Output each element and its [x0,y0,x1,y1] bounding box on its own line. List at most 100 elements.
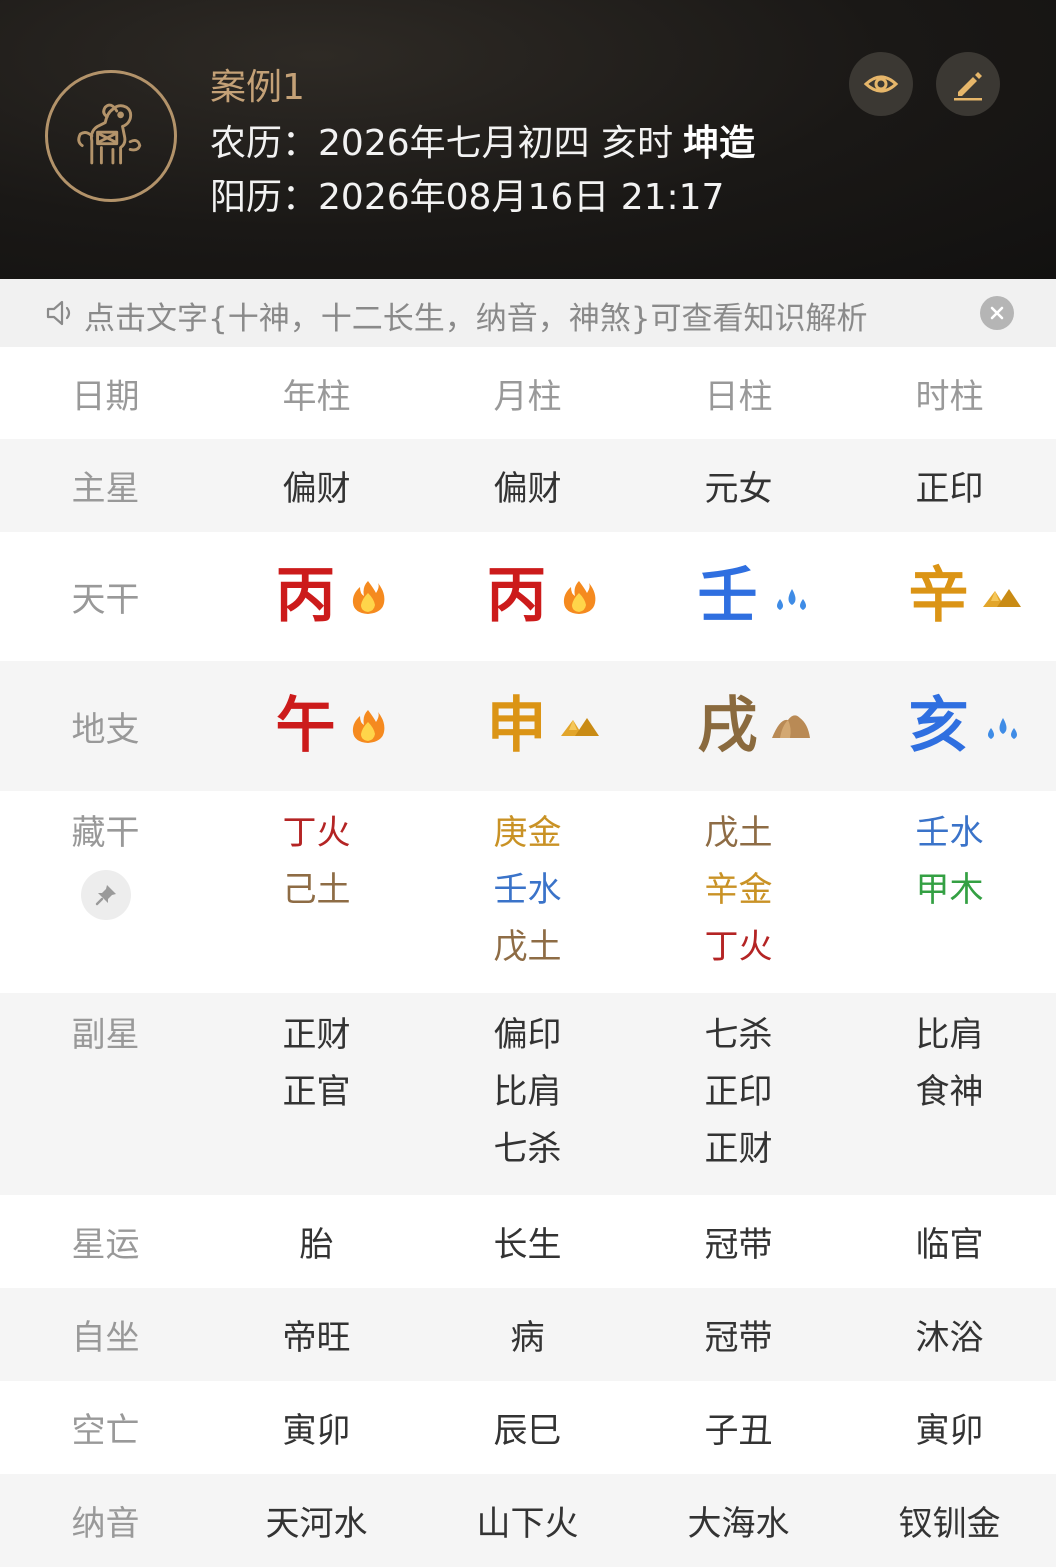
hidden-stem[interactable]: 丁火 [705,919,773,976]
edit-button[interactable] [936,52,1000,116]
row-label: 空亡 [71,1411,140,1451]
eye-icon [863,75,899,93]
stem-char[interactable]: 丙 [276,566,336,626]
speaker-icon [46,300,71,326]
nayin-cell[interactable]: 山下火 [422,1474,633,1567]
row-nayin: 纳音 天河水 山下火 大海水 钗钏金 [0,1474,1056,1567]
stem-char[interactable]: 壬 [698,566,758,626]
lunar-date: 农历：2026年七月初四 亥时 坤造 [210,114,755,166]
star-luck-cell[interactable]: 长生 [422,1195,633,1288]
notice-bar: 点击文字{十神，十二长生，纳音，神煞}可查看知识解析 [0,279,1056,347]
view-button[interactable] [849,52,913,116]
void-cell[interactable]: 子丑 [633,1381,844,1474]
star-luck-cell[interactable]: 胎 [211,1195,422,1288]
nayin-cell[interactable]: 大海水 [633,1474,844,1567]
hidden-stem[interactable]: 己土 [283,862,351,919]
row-self-sit: 自坐 帝旺 病 冠带 沐浴 [0,1288,1056,1381]
hidden-stem[interactable]: 丁火 [283,805,351,862]
column-header: 日柱 [704,376,773,417]
profile-header: 案例1 农历：2026年七月初四 亥时 坤造 阳历：2026年08月16日 21:… [0,0,1056,279]
row-star-luck: 星运 胎 长生 冠带 临官 [0,1195,1056,1288]
main-star-cell[interactable]: 偏财 [422,439,633,532]
metal-icon [982,588,1021,607]
self-sit-cell[interactable]: 帝旺 [211,1288,422,1381]
row-date: 日期 年柱 月柱 日柱 时柱 [0,347,1056,439]
row-label: 自坐 [71,1318,140,1358]
sub-star[interactable]: 比肩 [494,1064,562,1121]
water-icon [776,588,806,610]
fire-icon [352,580,384,614]
stem-char[interactable]: 辛 [909,566,969,626]
solar-value: 2026年08月16日 21:17 [318,177,725,218]
zodiac-avatar[interactable] [45,70,177,202]
column-header: 时柱 [915,376,984,417]
row-label: 副星 [71,1015,140,1055]
hidden-stem[interactable]: 壬水 [494,862,562,919]
row-label: 地支 [71,709,140,750]
sub-star[interactable]: 偏印 [494,1007,562,1064]
void-cell[interactable]: 寅卯 [211,1381,422,1474]
solar-label: 阳历： [210,177,319,218]
row-main-star: 主星 偏财 偏财 元女 正印 [0,439,1056,532]
solar-date: 阳历：2026年08月16日 21:17 [210,168,724,220]
row-label: 日期 [71,376,140,417]
main-star-cell[interactable]: 正印 [844,439,1055,532]
pin-button[interactable] [80,870,131,920]
sub-star[interactable]: 正官 [283,1064,351,1121]
nayin-cell[interactable]: 天河水 [211,1474,422,1567]
branch-char[interactable]: 申 [487,696,547,756]
pencil-icon [954,72,982,101]
stem-char[interactable]: 丙 [487,566,547,626]
row-hidden-stems: 藏干 丁火 己土 庚金 壬水 戊土 戊土 辛金 丁火 壬水 甲木 [0,791,1056,993]
row-label: 藏干 [71,813,140,853]
earth-icon [771,715,810,738]
sub-star[interactable]: 正财 [283,1007,351,1064]
self-sit-cell[interactable]: 病 [422,1288,633,1381]
hidden-stem[interactable]: 庚金 [494,805,562,862]
fire-icon [352,710,384,743]
star-luck-cell[interactable]: 冠带 [633,1195,844,1288]
bazi-table: 日期 年柱 月柱 日柱 时柱 主星 偏财 偏财 元女 正印 天干 丙 丙 壬 辛… [0,347,1056,1567]
self-sit-cell[interactable]: 沐浴 [844,1288,1055,1381]
lunar-label: 农历： [210,123,319,164]
notice-close-button[interactable] [980,296,1014,330]
sub-star[interactable]: 七杀 [494,1121,562,1178]
branch-char[interactable]: 戌 [698,696,758,756]
branch-char[interactable]: 午 [276,696,336,756]
sub-star[interactable]: 七杀 [705,1007,773,1064]
row-label: 天干 [71,580,140,620]
close-icon [990,306,1004,320]
gender-tag: 坤造 [683,123,756,164]
water-icon [987,718,1017,739]
column-header: 年柱 [282,376,351,417]
sub-star[interactable]: 食神 [916,1064,984,1121]
row-label: 主星 [71,469,140,509]
star-luck-cell[interactable]: 临官 [844,1195,1055,1288]
nayin-cell[interactable]: 钗钏金 [844,1474,1055,1567]
case-title: 案例1 [210,67,305,108]
sub-star[interactable]: 正财 [705,1121,773,1178]
hidden-stem[interactable]: 戊土 [705,805,773,862]
hidden-stem[interactable]: 辛金 [705,862,773,919]
hidden-stem[interactable]: 甲木 [916,862,984,919]
void-cell[interactable]: 辰巳 [422,1381,633,1474]
hidden-stem[interactable]: 壬水 [916,805,984,862]
row-heavenly-stem: 天干 丙 丙 壬 辛 [0,532,1056,661]
notice-text[interactable]: 点击文字{十神，十二长生，纳音，神煞}可查看知识解析 [84,293,867,338]
row-void: 空亡 寅卯 辰巳 子丑 寅卯 [0,1381,1056,1474]
row-sub-stars: 副星 正财 正官 偏印 比肩 七杀 七杀 正印 正财 比肩 食神 [0,993,1056,1195]
horse-zodiac-icon [77,103,142,165]
hidden-stem[interactable]: 戊土 [494,919,562,976]
main-star-cell[interactable]: 偏财 [211,439,422,532]
sub-star[interactable]: 比肩 [916,1007,984,1064]
branch-char[interactable]: 亥 [909,696,969,756]
self-sit-cell[interactable]: 冠带 [633,1288,844,1381]
main-star-cell[interactable]: 元女 [633,439,844,532]
void-cell[interactable]: 寅卯 [844,1381,1055,1474]
metal-icon [560,718,599,736]
column-header: 月柱 [493,376,562,417]
row-label: 星运 [71,1225,140,1265]
row-earthly-branch: 地支 午 申 戌 亥 [0,661,1056,791]
sub-star[interactable]: 正印 [705,1064,773,1121]
fire-icon [563,580,595,614]
